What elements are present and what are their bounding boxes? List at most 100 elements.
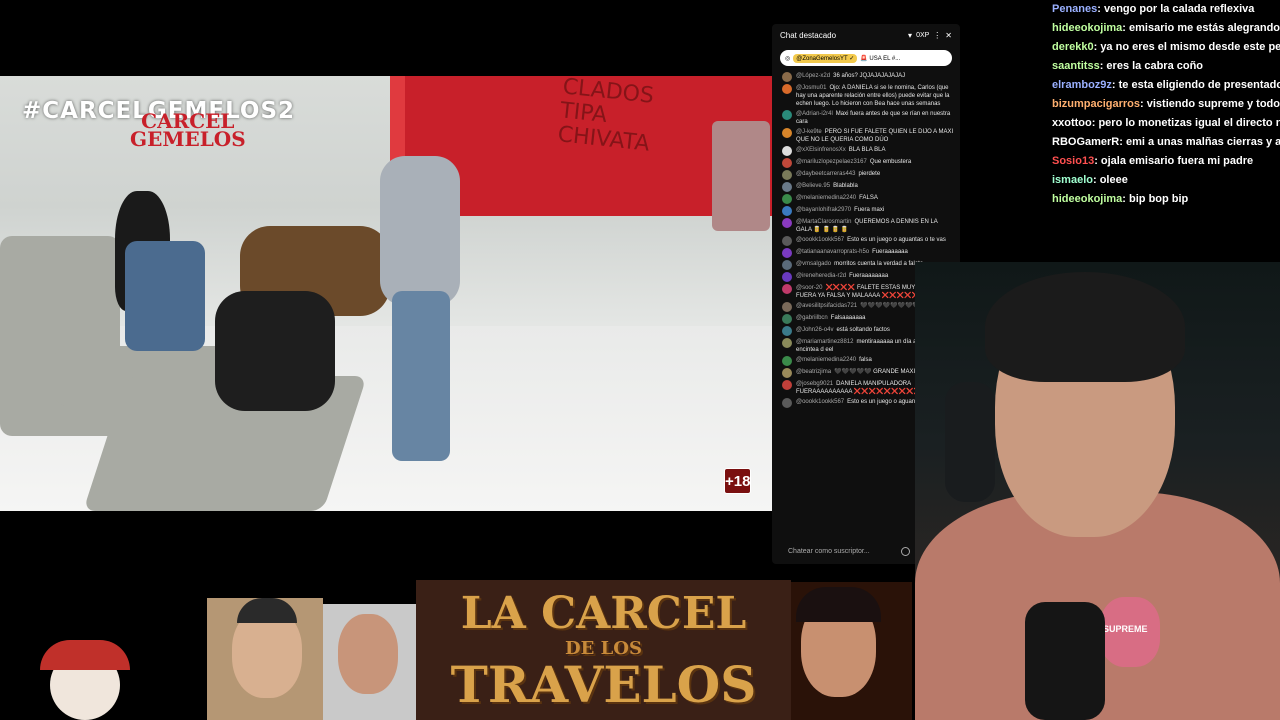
chat-username[interactable]: @Adrian-i2r4l — [796, 111, 833, 117]
chat-username[interactable]: @josebg9021 — [796, 381, 833, 387]
chat-username[interactable]: @xXElsinfrenosXx — [796, 147, 846, 153]
thumbnail-man-eating — [207, 598, 323, 720]
chat-avatar[interactable] — [782, 194, 792, 204]
chat-message[interactable]: @MartaClarosmartin QUEREMOS A DENNIS EN L… — [782, 218, 954, 234]
chat-username[interactable]: @oookk1ookk567 — [796, 237, 844, 243]
chat-username[interactable]: @López-x2d — [796, 73, 830, 79]
emoji-icon[interactable] — [900, 546, 910, 556]
chat-avatar[interactable] — [782, 72, 792, 82]
chat-message-body: @melaniemedina2240 FALSA — [796, 194, 878, 204]
chat-username[interactable]: @daybeetcarreras443 — [796, 171, 855, 177]
chat-title[interactable]: Chat destacado — [780, 31, 904, 40]
chat-message[interactable]: @mariluzlopezpelaez3167 Que embustera — [782, 158, 954, 168]
chat-username[interactable]: @tatianaanavarroprats-h5o — [796, 249, 869, 255]
stream-chat-text: : oleee — [1092, 174, 1128, 186]
chat-avatar[interactable] — [782, 368, 792, 378]
banner-logo: LA CARCEL DE LOS TRAVELOS — [416, 580, 791, 710]
points-badge[interactable]: 0XP — [916, 32, 929, 39]
chat-avatar[interactable] — [782, 236, 792, 246]
chat-text: pierdete — [858, 171, 881, 177]
chat-message-body: @avesilitpsifacidas721 🖤🖤🖤🖤🖤🖤🖤🖤🖤 — [796, 302, 927, 312]
chat-message[interactable]: @J-ke9te PERO SI FUE FALETE QUIEN LE DIJO… — [782, 128, 954, 144]
chat-message-body: @xXElsinfrenosXx BLA BLA BLA — [796, 146, 885, 156]
joker-emote — [30, 640, 140, 720]
chat-message[interactable]: @tatianaanavarroprats-h5o Fueraaaaaaa — [782, 248, 954, 258]
stream-chat-username: hideeokojima — [1052, 193, 1123, 205]
chat-avatar[interactable] — [782, 260, 792, 270]
chat-avatar[interactable] — [782, 84, 792, 94]
person-standing-jeans — [392, 291, 450, 461]
chat-username[interactable]: @ireneheredia-r2d — [796, 273, 846, 279]
chat-message[interactable]: @Believe.95 Blablabla — [782, 182, 954, 192]
chat-avatar[interactable] — [782, 248, 792, 258]
stream-chat-line: hideeokojima: bip bop bip — [1040, 190, 1280, 209]
chat-username[interactable]: @J-ke9te — [796, 129, 822, 135]
chat-avatar[interactable] — [782, 110, 792, 120]
stream-chat: Penanes: vengo por la calada reflexiva hi… — [1040, 0, 1280, 210]
chevron-down-icon[interactable]: ▾ — [908, 31, 912, 40]
chat-username[interactable]: @John26-o4v — [796, 327, 833, 333]
chat-avatar[interactable] — [782, 398, 792, 408]
chat-username[interactable]: @mariamartinez8812 — [796, 339, 853, 345]
chat-username[interactable]: @avesilitpsifacidas721 — [796, 303, 857, 309]
chat-username[interactable]: @vmsalgado — [796, 261, 831, 267]
wall-graffiti: CLADOS TIPA CHIVATA — [556, 76, 656, 157]
chat-username[interactable]: @oookk1ookk567 — [796, 399, 844, 405]
chat-avatar[interactable] — [782, 170, 792, 180]
chat-message[interactable]: @melaniemedina2240 FALSA — [782, 194, 954, 204]
chat-message[interactable]: @López-x2d 36 años? JQJAJAJAJAJAJ — [782, 72, 954, 82]
chat-avatar[interactable] — [782, 380, 792, 390]
chat-avatar[interactable] — [782, 182, 792, 192]
pinned-message[interactable]: ◎ @ZonaGemelosYT ✓ 🚨 USA EL #... — [780, 50, 952, 66]
chat-input-placeholder: Chatear como suscriptor... — [788, 547, 870, 555]
stream-chat-username: elramboz9z — [1052, 79, 1112, 91]
banner-line1: LA CARCEL — [460, 588, 747, 639]
chat-username[interactable]: @soor-20 — [796, 285, 822, 291]
chat-username[interactable]: @mariluzlopezpelaez3167 — [796, 159, 867, 165]
chat-message[interactable]: @Adrian-i2r4l Maxi fuera antes de que se … — [782, 110, 954, 126]
chat-avatar[interactable] — [782, 326, 792, 336]
chat-message-body: @daybeetcarreras443 pierdete — [796, 170, 880, 180]
chat-message-body: @mariluzlopezpelaez3167 Que embustera — [796, 158, 911, 168]
chat-username[interactable]: @beatrizjima — [796, 369, 831, 375]
chat-avatar[interactable] — [782, 302, 792, 312]
chat-text: Blablabla — [833, 183, 858, 189]
chat-message[interactable]: @bayanlohifrak2970 Fuera maxi — [782, 206, 954, 216]
chat-avatar[interactable] — [782, 338, 792, 348]
chat-username[interactable]: @MartaClarosmartin — [796, 219, 851, 225]
chat-avatar[interactable] — [782, 128, 792, 138]
video-player[interactable]: CLADOS TIPA CHIVATA #CARCELGEMELOS2 CARC… — [0, 76, 772, 511]
chat-avatar[interactable] — [782, 314, 792, 324]
chat-avatar[interactable] — [782, 218, 792, 228]
chat-username[interactable]: @Josmu01 — [796, 85, 826, 91]
stream-chat-line: ismaelo: oleee — [1040, 171, 1280, 190]
chat-message[interactable]: @xXElsinfrenosXx BLA BLA BLA — [782, 146, 954, 156]
chat-message[interactable]: @oookk1ookk567 Esto es un juego o aguanta… — [782, 236, 954, 246]
close-icon[interactable]: ✕ — [945, 31, 952, 40]
stream-chat-line: RBOGamerR: emi a unas malñas cierras y a… — [1040, 133, 1280, 152]
chat-message-body: @bayanlohifrak2970 Fuera maxi — [796, 206, 884, 216]
stream-chat-line: elramboz9z: te esta eligiendo de present… — [1040, 76, 1280, 95]
chat-username[interactable]: @melaniemedina2240 — [796, 357, 856, 363]
chat-avatar[interactable] — [782, 356, 792, 366]
chat-message-body: @Josmu01 Ojo: A DANIELA si se le nomina, … — [796, 84, 954, 108]
wall-logo: CARCEL GEMELOS — [130, 111, 246, 149]
chat-avatar[interactable] — [782, 158, 792, 168]
person-jeans — [125, 241, 205, 351]
chat-text: está soltando factos — [836, 327, 890, 333]
chat-text: FALSA — [859, 195, 878, 201]
chat-avatar[interactable] — [782, 206, 792, 216]
chat-avatar[interactable] — [782, 146, 792, 156]
more-options-icon[interactable]: ⋮ — [933, 31, 941, 40]
chat-message[interactable]: @daybeetcarreras443 pierdete — [782, 170, 954, 180]
chat-username[interactable]: @Believe.95 — [796, 183, 830, 189]
chat-avatar[interactable] — [782, 284, 792, 294]
chat-username[interactable]: @bayanlohifrak2970 — [796, 207, 851, 213]
chat-avatar[interactable] — [782, 272, 792, 282]
stream-chat-username: hideeokojima — [1052, 22, 1123, 34]
chat-message[interactable]: @Josmu01 Ojo: A DANIELA si se le nomina, … — [782, 84, 954, 108]
chat-username[interactable]: @gabriilbcn — [796, 315, 828, 321]
stream-chat-text: : pero lo monetizas igual el directo no — [1091, 117, 1280, 129]
chat-username[interactable]: @melaniemedina2240 — [796, 195, 856, 201]
chat-text: BLA BLA BLA — [848, 147, 886, 153]
